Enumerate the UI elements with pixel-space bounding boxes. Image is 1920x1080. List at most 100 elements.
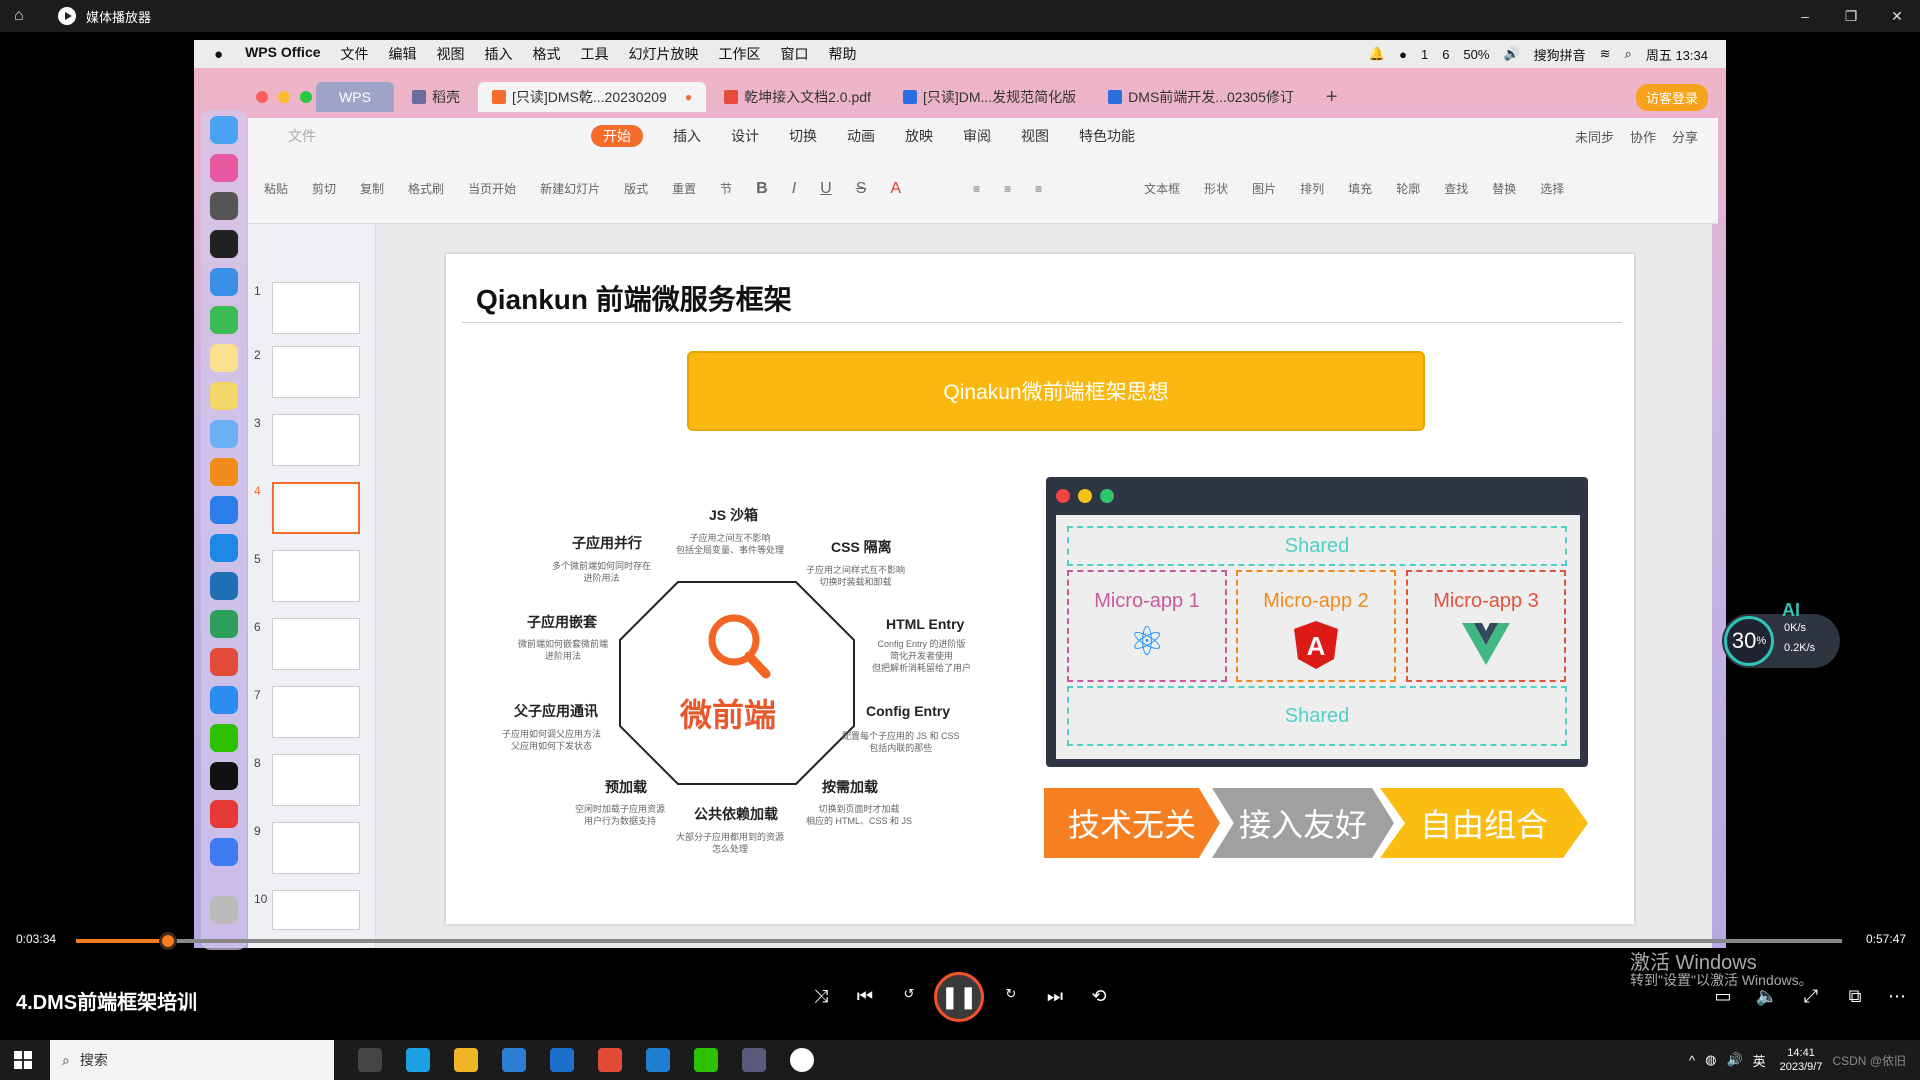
textbox-button[interactable]: 文本框: [1144, 180, 1180, 197]
progress-handle[interactable]: [158, 932, 177, 950]
select-button[interactable]: 选择: [1540, 180, 1564, 197]
new-tab-button[interactable]: +: [1326, 86, 1338, 109]
tab-doc1[interactable]: [只读]DM...发规范简化版: [889, 82, 1090, 112]
ribbon-tab-animation[interactable]: 动画: [847, 126, 875, 146]
bold-button[interactable]: B: [756, 180, 768, 198]
wechat-icon[interactable]: [694, 1048, 718, 1072]
tab-ppt-active[interactable]: [只读]DMS乾...20230209 ●: [478, 82, 707, 112]
progress-track[interactable]: [76, 939, 1842, 943]
hbuilder-icon[interactable]: [210, 610, 238, 638]
chrome-icon[interactable]: [598, 1048, 622, 1072]
vscode-icon[interactable]: [210, 572, 238, 600]
sync-status[interactable]: 未同步: [1575, 127, 1614, 146]
mail-icon[interactable]: [550, 1048, 574, 1072]
ribbon-tab-design[interactable]: 设计: [731, 126, 759, 146]
menu-tools[interactable]: 工具: [581, 44, 609, 64]
pause-button[interactable]: ❚❚: [934, 972, 984, 1022]
arrange-button[interactable]: 排列: [1300, 180, 1324, 197]
input-method[interactable]: 搜狗拼音: [1534, 45, 1586, 64]
zoom-dot[interactable]: [300, 91, 312, 103]
home-icon[interactable]: ⌂: [14, 7, 34, 25]
volume-icon[interactable]: 🔈: [1752, 986, 1782, 1007]
finder-icon[interactable]: [210, 116, 238, 144]
ai-badge[interactable]: AI: [1782, 600, 1800, 621]
tab-daoke[interactable]: 稻壳: [398, 82, 474, 112]
stickies-icon[interactable]: [210, 382, 238, 410]
task-view-icon[interactable]: [358, 1048, 382, 1072]
bell-icon[interactable]: 🔔: [1369, 46, 1385, 62]
menu-insert[interactable]: 插入: [485, 44, 513, 64]
slide-thumb-1[interactable]: [272, 282, 360, 334]
shape-button[interactable]: 形状: [1204, 180, 1228, 197]
tab-wps[interactable]: WPS: [316, 82, 394, 112]
menu-slideshow[interactable]: 幻灯片放映: [629, 44, 699, 64]
menu-file[interactable]: 文件: [341, 44, 369, 64]
replace-button[interactable]: 替换: [1492, 180, 1516, 197]
menu-edit[interactable]: 编辑: [389, 44, 417, 64]
browser-app-icon[interactable]: [210, 496, 238, 524]
ribbon-tab-slideshow[interactable]: 放映: [905, 126, 933, 146]
ribbon-tab-insert[interactable]: 插入: [673, 126, 701, 146]
font-color-button[interactable]: A: [890, 180, 901, 198]
forward-30-icon[interactable]: ↻: [996, 986, 1026, 1002]
menu-help[interactable]: 帮助: [829, 44, 857, 64]
new-slide-button[interactable]: 新建幻灯片: [540, 180, 600, 197]
file-menu[interactable]: 文件: [288, 126, 316, 146]
outline-button[interactable]: 轮廓: [1396, 180, 1420, 197]
feishu-icon[interactable]: [210, 686, 238, 714]
volume-icon[interactable]: 🔊: [1503, 46, 1519, 62]
ribbon-tab-review[interactable]: 审阅: [963, 126, 991, 146]
vscode-icon[interactable]: [646, 1048, 670, 1072]
network-icon[interactable]: ◍: [1705, 1052, 1716, 1068]
ribbon-tab-home[interactable]: 开始: [591, 125, 643, 147]
fullscreen-icon[interactable]: ⤢: [1796, 986, 1826, 1007]
minimize-dot[interactable]: [278, 91, 290, 103]
slide-title[interactable]: Qiankun 前端微服务框架: [476, 278, 792, 318]
slide-thumb-4-active[interactable]: [272, 482, 360, 534]
apple-icon[interactable]: ●: [214, 46, 223, 63]
close-dot[interactable]: [256, 91, 268, 103]
reset-button[interactable]: 重置: [672, 180, 696, 197]
collab-button[interactable]: 协作: [1630, 127, 1656, 146]
evernote-icon[interactable]: [210, 306, 238, 334]
menu-workspace[interactable]: 工作区: [719, 44, 761, 64]
taskbar-search[interactable]: ⌕ 搜索: [50, 1040, 334, 1080]
trash-icon[interactable]: [210, 896, 238, 924]
windows-start-icon[interactable]: [14, 1051, 32, 1069]
lark-icon[interactable]: [210, 838, 238, 866]
ribbon-tab-view[interactable]: 视图: [1021, 126, 1049, 146]
edge-icon[interactable]: [406, 1048, 430, 1072]
launchpad-icon[interactable]: [210, 154, 238, 182]
slide-thumb-7[interactable]: [272, 686, 360, 738]
start-from-current-button[interactable]: 当页开始: [468, 180, 516, 197]
subtitles-icon[interactable]: ▭: [1708, 986, 1738, 1007]
app-icon[interactable]: [742, 1048, 766, 1072]
next-icon[interactable]: ⏭: [1040, 986, 1070, 1007]
tray-chevron-icon[interactable]: ^: [1689, 1053, 1695, 1068]
ribbon-tab-transition[interactable]: 切换: [789, 126, 817, 146]
slide-thumb-3[interactable]: [272, 414, 360, 466]
slide-thumb-8[interactable]: [272, 754, 360, 806]
chrome-icon[interactable]: [210, 648, 238, 676]
notes-icon[interactable]: [210, 344, 238, 372]
shuffle-icon[interactable]: ⤨: [806, 986, 836, 1007]
align-right-icon[interactable]: ≡: [1035, 182, 1042, 196]
menu-view[interactable]: 视图: [437, 44, 465, 64]
settings-icon[interactable]: [210, 192, 238, 220]
cut-button[interactable]: 剪切: [312, 180, 336, 197]
visitor-login-button[interactable]: 访客登录: [1635, 83, 1708, 111]
file-explorer-icon[interactable]: [454, 1048, 478, 1072]
layout-button[interactable]: 版式: [624, 180, 648, 197]
align-center-icon[interactable]: ≡: [1004, 182, 1011, 196]
slide-thumb-6[interactable]: [272, 618, 360, 670]
sublime-icon[interactable]: [210, 458, 238, 486]
rewind-10-icon[interactable]: ↺: [894, 986, 924, 1002]
menu-window[interactable]: 窗口: [781, 44, 809, 64]
input-lang[interactable]: 英: [1753, 1051, 1766, 1070]
store-icon[interactable]: [502, 1048, 526, 1072]
picture-button[interactable]: 图片: [1252, 180, 1276, 197]
paste-button[interactable]: 粘贴: [264, 180, 288, 197]
slide-thumb-2[interactable]: [272, 346, 360, 398]
align-left-icon[interactable]: ≡: [973, 182, 980, 196]
more-options-icon[interactable]: ⋯: [1882, 986, 1912, 1007]
